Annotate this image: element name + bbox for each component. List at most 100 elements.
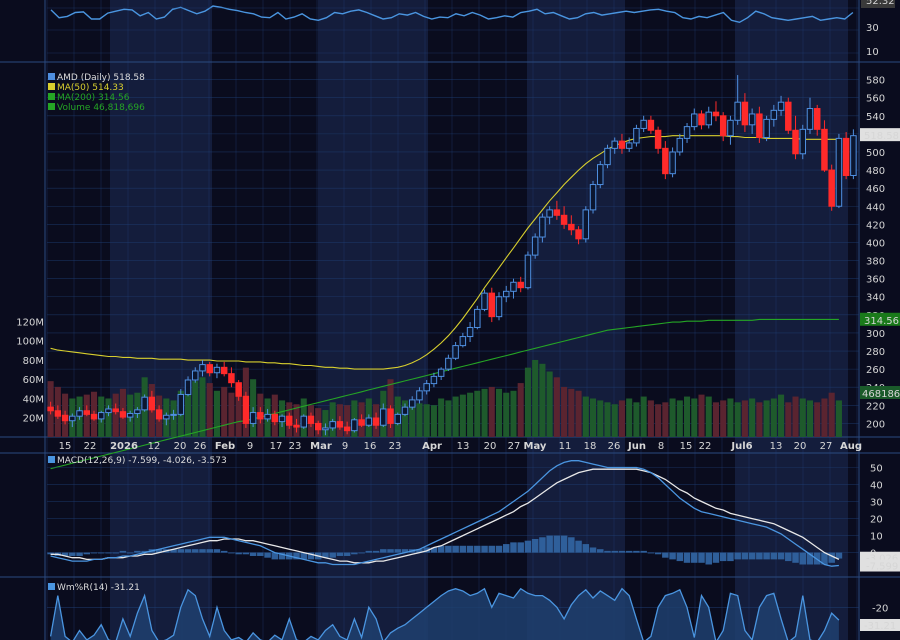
- candle-body[interactable]: [365, 417, 373, 426]
- candle-body[interactable]: [105, 408, 112, 414]
- candle-body[interactable]: [286, 415, 293, 426]
- candle-body[interactable]: [705, 111, 712, 126]
- candle-body[interactable]: [394, 413, 402, 424]
- candle-body[interactable]: [553, 209, 561, 216]
- candle-body[interactable]: [206, 364, 213, 374]
- candle-body[interactable]: [683, 126, 691, 139]
- candle-body[interactable]: [97, 412, 105, 420]
- candle-body[interactable]: [546, 209, 553, 218]
- candle-body[interactable]: [770, 109, 778, 120]
- candle-body[interactable]: [307, 415, 315, 424]
- candle-body[interactable]: [452, 345, 459, 359]
- candle-body[interactable]: [163, 414, 170, 420]
- candle-body[interactable]: [850, 135, 857, 176]
- candle-body[interactable]: [676, 137, 684, 153]
- stock-chart-svg[interactable]: 52.3230105805605405205004804604404204003…: [0, 0, 900, 640]
- candle-body[interactable]: [293, 424, 300, 428]
- candle-body[interactable]: [47, 406, 54, 412]
- candle-body[interactable]: [524, 254, 532, 289]
- candle-body[interactable]: [235, 382, 242, 397]
- candle-body[interactable]: [502, 290, 510, 298]
- candle-body[interactable]: [589, 184, 597, 211]
- candle-body[interactable]: [76, 410, 83, 417]
- candle-body[interactable]: [474, 308, 481, 329]
- candle-body[interactable]: [625, 142, 633, 149]
- candle-body[interactable]: [568, 223, 575, 231]
- candle-body[interactable]: [83, 410, 91, 415]
- candle-body[interactable]: [264, 413, 271, 420]
- candle-body[interactable]: [242, 395, 250, 424]
- candle-body[interactable]: [257, 412, 264, 420]
- candle-body[interactable]: [54, 410, 62, 417]
- candle-body[interactable]: [806, 108, 814, 130]
- candle-body[interactable]: [654, 129, 662, 149]
- candle-body[interactable]: [517, 281, 524, 289]
- candle-body[interactable]: [669, 151, 676, 175]
- candle-body[interactable]: [408, 399, 416, 408]
- candle-body[interactable]: [437, 368, 445, 377]
- candle-body[interactable]: [510, 281, 517, 292]
- candle-body[interactable]: [821, 128, 828, 171]
- candle-body[interactable]: [792, 129, 799, 155]
- candle-body[interactable]: [539, 216, 546, 238]
- candle-body[interactable]: [220, 366, 228, 375]
- candle-body[interactable]: [748, 113, 756, 126]
- candle-body[interactable]: [777, 101, 785, 111]
- candle-body[interactable]: [640, 119, 647, 129]
- candle-body[interactable]: [314, 422, 322, 431]
- candle-body[interactable]: [785, 101, 792, 131]
- candle-body[interactable]: [488, 292, 496, 318]
- candle-body[interactable]: [835, 137, 843, 207]
- candle-body[interactable]: [430, 375, 438, 385]
- candle-body[interactable]: [141, 396, 148, 411]
- candle-body[interactable]: [597, 164, 604, 186]
- candle-body[interactable]: [343, 426, 351, 432]
- candle-body[interactable]: [134, 409, 141, 414]
- candle-body[interactable]: [401, 406, 409, 415]
- candle-body[interactable]: [336, 421, 344, 428]
- candle-body[interactable]: [712, 111, 720, 117]
- candle-body[interactable]: [459, 336, 467, 347]
- candle-body[interactable]: [813, 108, 821, 130]
- candle-body[interactable]: [126, 412, 134, 418]
- candle-body[interactable]: [322, 427, 329, 431]
- candle-body[interactable]: [112, 408, 119, 413]
- candle-body[interactable]: [828, 169, 835, 207]
- candle-body[interactable]: [633, 127, 640, 144]
- candle-body[interactable]: [842, 137, 850, 176]
- candle-body[interactable]: [698, 113, 705, 126]
- candle-body[interactable]: [177, 393, 185, 415]
- candle-body[interactable]: [647, 119, 655, 131]
- candle-body[interactable]: [531, 236, 539, 256]
- candle-body[interactable]: [351, 419, 358, 432]
- candle-body[interactable]: [611, 140, 618, 149]
- candle-body[interactable]: [604, 147, 611, 166]
- candle-body[interactable]: [734, 101, 741, 121]
- candle-body[interactable]: [69, 415, 76, 422]
- candle-body[interactable]: [228, 373, 235, 384]
- candle-body[interactable]: [741, 101, 749, 126]
- candle-body[interactable]: [799, 128, 807, 155]
- candle-body[interactable]: [560, 214, 568, 225]
- candle-body[interactable]: [691, 113, 698, 128]
- candle-body[interactable]: [199, 364, 206, 372]
- candle-body[interactable]: [119, 411, 127, 418]
- candle-body[interactable]: [329, 421, 336, 429]
- candle-body[interactable]: [719, 115, 727, 137]
- candle-body[interactable]: [155, 409, 163, 420]
- candle-body[interactable]: [192, 370, 199, 381]
- candle-body[interactable]: [582, 209, 590, 240]
- candle-body[interactable]: [495, 296, 503, 318]
- candle-body[interactable]: [481, 292, 488, 310]
- candle-body[interactable]: [763, 118, 770, 138]
- candle-body[interactable]: [372, 417, 380, 426]
- candle-body[interactable]: [90, 413, 98, 420]
- candle-body[interactable]: [61, 414, 69, 422]
- candle-body[interactable]: [358, 419, 365, 426]
- candle-body[interactable]: [184, 379, 192, 395]
- candle-body[interactable]: [249, 412, 257, 424]
- candle-body[interactable]: [756, 113, 763, 138]
- candle-body[interactable]: [387, 408, 394, 424]
- candle-body[interactable]: [466, 327, 474, 338]
- candle-body[interactable]: [618, 140, 626, 149]
